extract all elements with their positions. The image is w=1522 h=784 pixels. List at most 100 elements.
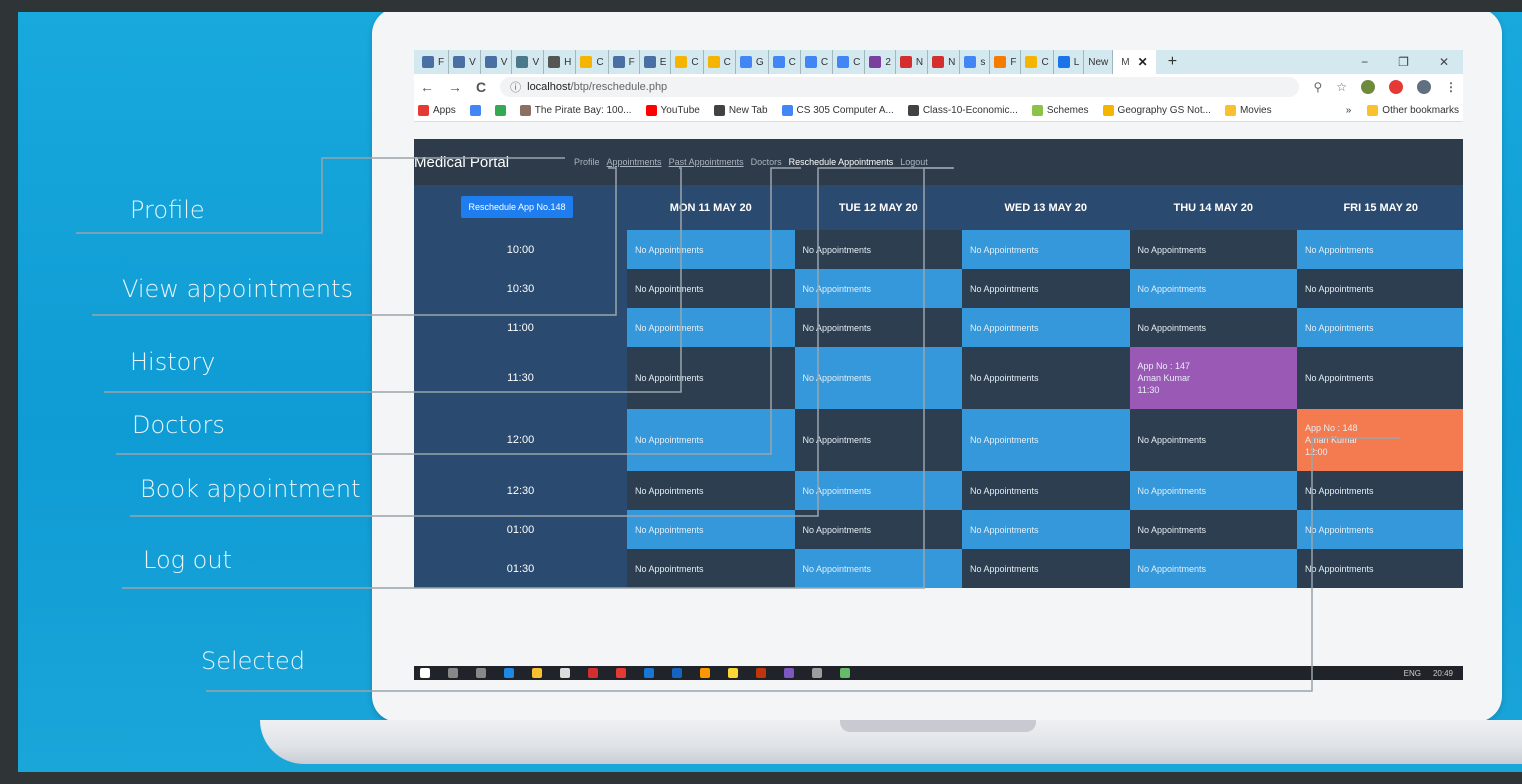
- illustrator-icon[interactable]: [756, 668, 766, 678]
- empty-slot[interactable]: No Appointments: [627, 347, 795, 409]
- browser-tab[interactable]: New: [1084, 50, 1114, 74]
- browser-tab[interactable]: C: [704, 50, 736, 74]
- empty-slot[interactable]: No Appointments: [627, 308, 795, 347]
- vs-icon[interactable]: [784, 668, 794, 678]
- empty-slot[interactable]: No Appointments: [794, 409, 962, 471]
- star-icon[interactable]: ☆: [1336, 80, 1347, 94]
- empty-slot[interactable]: No Appointments: [962, 409, 1130, 471]
- empty-slot[interactable]: No Appointments: [794, 269, 962, 308]
- folder-icon[interactable]: [532, 668, 542, 678]
- empty-slot[interactable]: No Appointments: [794, 549, 962, 588]
- bookmark-item[interactable]: Class-10-Economic...: [907, 105, 1018, 116]
- app-icon[interactable]: [644, 668, 654, 678]
- browser-tab[interactable]: L: [1054, 50, 1085, 74]
- bookmark-item[interactable]: YouTube: [645, 105, 700, 116]
- empty-slot[interactable]: No Appointments: [1297, 471, 1463, 510]
- menu-icon[interactable]: ⋮: [1445, 80, 1457, 94]
- more-bookmarks-button[interactable]: »: [1346, 105, 1352, 116]
- booked-slot[interactable]: App No : 147 Aman Kumar 11:30: [1129, 347, 1297, 409]
- chrome-icon[interactable]: [616, 668, 626, 678]
- bookmark-item[interactable]: The Pirate Bay: 100...: [519, 105, 632, 116]
- empty-slot[interactable]: No Appointments: [794, 347, 962, 409]
- nav-link-past-appointments[interactable]: Past Appointments: [669, 157, 744, 167]
- browser-tab[interactable]: V: [449, 50, 481, 74]
- empty-slot[interactable]: No Appointments: [1129, 471, 1297, 510]
- tab-active[interactable]: M ✕: [1113, 50, 1156, 74]
- restore-button[interactable]: ❐: [1398, 55, 1409, 69]
- zoom-icon[interactable]: ⚲: [1313, 80, 1322, 94]
- bookmark-item[interactable]: CS 305 Computer A...: [781, 105, 894, 116]
- empty-slot[interactable]: No Appointments: [1297, 549, 1463, 588]
- nav-link-logout[interactable]: Logout: [900, 157, 928, 167]
- feather-icon[interactable]: [840, 668, 850, 678]
- bookmark-item[interactable]: Geography GS Not...: [1102, 105, 1211, 116]
- bookmark-item[interactable]: Movies: [1224, 105, 1272, 116]
- bookmark-item[interactable]: [494, 105, 506, 116]
- empty-slot[interactable]: No Appointments: [1297, 269, 1463, 308]
- windows-start-icon[interactable]: [420, 668, 430, 678]
- browser-tab[interactable]: G: [736, 50, 769, 74]
- empty-slot[interactable]: No Appointments: [962, 230, 1130, 269]
- empty-slot[interactable]: No Appointments: [1129, 510, 1297, 549]
- browser-tab[interactable]: F: [990, 50, 1022, 74]
- empty-slot[interactable]: No Appointments: [962, 347, 1130, 409]
- browser-tab[interactable]: C: [833, 50, 866, 74]
- bookmark-item[interactable]: New Tab: [713, 105, 768, 116]
- empty-slot[interactable]: No Appointments: [1129, 308, 1297, 347]
- nav-link-doctors[interactable]: Doctors: [751, 157, 782, 167]
- browser-tab[interactable]: F: [609, 50, 640, 74]
- empty-slot[interactable]: No Appointments: [1297, 230, 1463, 269]
- empty-slot[interactable]: No Appointments: [627, 510, 795, 549]
- empty-slot[interactable]: No Appointments: [1297, 347, 1463, 409]
- tool-icon[interactable]: [812, 668, 822, 678]
- mail-icon[interactable]: [672, 668, 682, 678]
- nav-link-reschedule-appointments[interactable]: Reschedule Appointments: [789, 157, 894, 167]
- browser-tab[interactable]: N: [896, 50, 929, 74]
- paint-icon[interactable]: [700, 668, 710, 678]
- browser-tab[interactable]: V: [512, 50, 545, 74]
- new-tab-button[interactable]: +: [1168, 53, 1177, 71]
- bookmark-item[interactable]: [469, 105, 481, 116]
- back-button[interactable]: ←: [420, 79, 434, 95]
- bookmark-item[interactable]: Apps: [418, 105, 456, 116]
- minimize-button[interactable]: −: [1361, 55, 1368, 69]
- reload-button[interactable]: C: [476, 79, 486, 95]
- close-icon[interactable]: ✕: [1138, 55, 1148, 69]
- empty-slot[interactable]: No Appointments: [1129, 549, 1297, 588]
- nav-link-profile[interactable]: Profile: [574, 157, 600, 167]
- empty-slot[interactable]: No Appointments: [1129, 269, 1297, 308]
- booked-slot[interactable]: App No : 148 Aman Kumar 12:00: [1297, 409, 1463, 471]
- task-view-icon[interactable]: [476, 668, 486, 678]
- empty-slot[interactable]: No Appointments: [1297, 510, 1463, 549]
- empty-slot[interactable]: No Appointments: [627, 549, 795, 588]
- empty-slot[interactable]: No Appointments: [962, 308, 1130, 347]
- empty-slot[interactable]: No Appointments: [794, 471, 962, 510]
- browser-tab[interactable]: C: [801, 50, 834, 74]
- browser-tab[interactable]: C: [1021, 50, 1054, 74]
- empty-slot[interactable]: No Appointments: [962, 269, 1130, 308]
- opera-icon[interactable]: [1389, 80, 1403, 94]
- empty-slot[interactable]: No Appointments: [962, 510, 1130, 549]
- empty-slot[interactable]: No Appointments: [794, 308, 962, 347]
- profile-avatar-icon[interactable]: [1417, 80, 1431, 94]
- browser-tab[interactable]: C: [671, 50, 704, 74]
- browser-tab[interactable]: E: [640, 50, 672, 74]
- nav-link-appointments[interactable]: Appointments: [607, 157, 662, 167]
- search-icon[interactable]: [448, 668, 458, 678]
- browser-tab[interactable]: s: [960, 50, 991, 74]
- browser-tab[interactable]: 2: [865, 50, 896, 74]
- edge-icon[interactable]: [504, 668, 514, 678]
- browser-tab[interactable]: C: [769, 50, 801, 74]
- bookmark-item[interactable]: Schemes: [1031, 105, 1089, 116]
- store-icon[interactable]: [560, 668, 570, 678]
- empty-slot[interactable]: No Appointments: [962, 471, 1130, 510]
- browser-tab[interactable]: H: [544, 50, 577, 74]
- pdf-icon[interactable]: [588, 668, 598, 678]
- empty-slot[interactable]: No Appointments: [627, 471, 795, 510]
- taskbar-lang[interactable]: ENG: [1404, 669, 1421, 678]
- empty-slot[interactable]: No Appointments: [1129, 230, 1297, 269]
- empty-slot[interactable]: No Appointments: [794, 510, 962, 549]
- empty-slot[interactable]: No Appointments: [962, 549, 1130, 588]
- empty-slot[interactable]: No Appointments: [1129, 409, 1297, 471]
- forward-button[interactable]: →: [448, 79, 462, 95]
